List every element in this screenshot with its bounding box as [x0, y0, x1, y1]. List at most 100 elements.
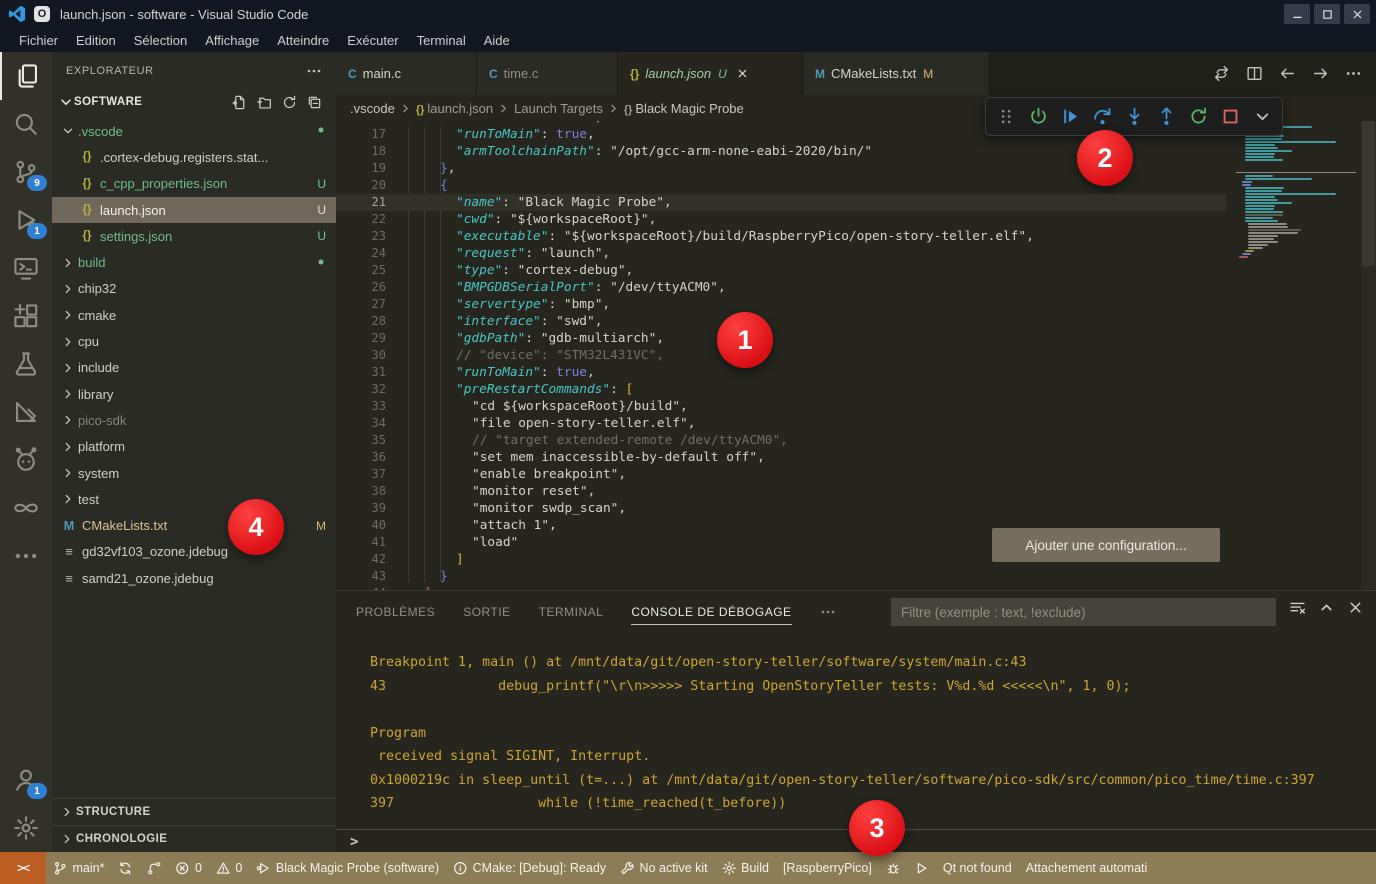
- menu-atteindre[interactable]: Atteindre: [268, 31, 338, 50]
- tree-item-build[interactable]: build: [52, 249, 336, 275]
- tree-item-gd32vf103-ozone-jdebug[interactable]: ≡gd32vf103_ozone.jdebug: [52, 539, 336, 565]
- status-play-icon-item[interactable]: [907, 852, 936, 884]
- code-line-25[interactable]: 25"type": "cortex-debug",: [336, 262, 1226, 279]
- code-line-28[interactable]: 28"interface": "swd",: [336, 313, 1226, 330]
- status-git-branch[interactable]: main*: [46, 852, 111, 884]
- tab-launch-json[interactable]: {}launch.jsonU: [618, 52, 803, 95]
- split-icon[interactable]: [1246, 65, 1263, 82]
- code-line-27[interactable]: 27"servertype": "bmp",: [336, 296, 1226, 313]
- tab-time-c[interactable]: Ctime.c: [477, 52, 618, 95]
- activitybar-design-tool[interactable]: [0, 388, 52, 436]
- tree-item-include[interactable]: include: [52, 355, 336, 381]
- debug-console-filter-input[interactable]: [891, 598, 1276, 626]
- status-cmake-kit[interactable]: No active kit: [613, 852, 715, 884]
- tree-item-platform[interactable]: platform: [52, 434, 336, 460]
- menu-terminal[interactable]: Terminal: [408, 31, 475, 50]
- folder-section-header[interactable]: SOFTWARE: [52, 90, 336, 114]
- compare-icon[interactable]: [1213, 65, 1230, 82]
- panel-tab-probl-mes[interactable]: PROBLÈMES: [356, 591, 435, 633]
- activitybar-infinity-extension[interactable]: [0, 484, 52, 532]
- step-out-button[interactable]: [1152, 103, 1180, 131]
- section-chronologie[interactable]: CHRONOLOGIE: [52, 825, 336, 852]
- code-line-22[interactable]: 22"cwd": "${workspaceRoot}",: [336, 211, 1226, 228]
- arrow-right-icon[interactable]: [1312, 65, 1329, 82]
- activitybar-platformio[interactable]: [0, 436, 52, 484]
- step-into-button[interactable]: [1120, 103, 1148, 131]
- status-cmake-build[interactable]: Build: [715, 852, 776, 884]
- activitybar-account[interactable]: 1: [0, 756, 52, 804]
- tree-item-chip32[interactable]: chip32: [52, 276, 336, 302]
- close-button[interactable]: [1344, 4, 1370, 24]
- menu-affichage[interactable]: Affichage: [196, 31, 268, 50]
- drag-grip-button[interactable]: [992, 103, 1020, 131]
- code-line-39[interactable]: 39"monitor swdp_scan",: [336, 500, 1226, 517]
- power-button[interactable]: [1024, 103, 1052, 131]
- tree-item-library[interactable]: library: [52, 381, 336, 407]
- status-cmake-variant[interactable]: [RaspberryPico]: [776, 852, 879, 884]
- menu-aide[interactable]: Aide: [475, 31, 519, 50]
- tab-main-c[interactable]: Cmain.c: [336, 52, 477, 95]
- activitybar-source-control[interactable]: 9: [0, 148, 52, 196]
- code-line-29[interactable]: 29"gdbPath": "gdb-multiarch",: [336, 330, 1226, 347]
- clear-console-icon[interactable]: [1289, 599, 1306, 616]
- status-warnings[interactable]: 0: [209, 852, 249, 884]
- scrollbar-thumb[interactable]: [1362, 121, 1375, 266]
- activitybar-more-views[interactable]: [0, 532, 52, 580]
- editor-scrollbar[interactable]: [1361, 121, 1376, 590]
- status-errors[interactable]: 0: [168, 852, 208, 884]
- status-debug-target[interactable]: Black Magic Probe (software): [249, 852, 446, 884]
- activitybar-testing[interactable]: [0, 340, 52, 388]
- step-over-button[interactable]: [1088, 103, 1116, 131]
- section-structure[interactable]: STRUCTURE: [52, 798, 336, 825]
- tree-item-cmakelists-txt[interactable]: MCMakeLists.txtM: [52, 512, 336, 538]
- tree-item-c-cpp-properties-json[interactable]: {}c_cpp_properties.jsonU: [52, 171, 336, 197]
- tree-item-cpu[interactable]: cpu: [52, 328, 336, 354]
- panel-more-icon[interactable]: [820, 591, 836, 633]
- status-cmake-status[interactable]: CMake: [Debug]: Ready: [446, 852, 613, 884]
- tree-item-system[interactable]: system: [52, 460, 336, 486]
- code-line-21[interactable]: 21"name": "Black Magic Probe",: [336, 194, 1226, 211]
- close-icon[interactable]: [736, 67, 749, 80]
- code-line-33[interactable]: 33"cd ${workspaceRoot}/build",: [336, 398, 1226, 415]
- continue-button[interactable]: [1056, 103, 1084, 131]
- status-qt-status[interactable]: Qt not found: [936, 852, 1019, 884]
- code-line-37[interactable]: 37"enable breakpoint",: [336, 466, 1226, 483]
- arrow-left-icon[interactable]: [1279, 65, 1296, 82]
- close-panel-icon[interactable]: [1347, 599, 1364, 616]
- console-prompt[interactable]: >: [350, 834, 358, 850]
- minimize-button[interactable]: [1284, 4, 1310, 24]
- restart-button[interactable]: [1184, 103, 1212, 131]
- maximize-button[interactable]: [1314, 4, 1340, 24]
- remote-indicator[interactable]: ><: [0, 852, 46, 884]
- breadcrumb-item[interactable]: {}Black Magic Probe: [624, 101, 744, 116]
- activitybar-extensions[interactable]: [0, 292, 52, 340]
- code-line-26[interactable]: 26"BMPGDBSerialPort": "/dev/ttyACM0",: [336, 279, 1226, 296]
- tree-item-pico-sdk[interactable]: pico-sdk: [52, 407, 336, 433]
- menu-exécuter[interactable]: Exécuter: [338, 31, 407, 50]
- code-line-24[interactable]: 24"request": "launch",: [336, 245, 1226, 262]
- code-line-38[interactable]: 38"monitor reset",: [336, 483, 1226, 500]
- code-line-32[interactable]: 32"preRestartCommands": [: [336, 381, 1226, 398]
- activitybar-settings[interactable]: [0, 804, 52, 852]
- code-editor[interactable]: 16"interface": "swd",17"runToMain": true…: [336, 121, 1376, 590]
- panel-tab-console-de-d-bogage[interactable]: CONSOLE DE DÉBOGAGE: [631, 591, 791, 633]
- code-line-35[interactable]: 35// "target extended-remote /dev/ttyACM…: [336, 432, 1226, 449]
- code-line-23[interactable]: 23"executable": "${workspaceRoot}/build/…: [336, 228, 1226, 245]
- ellipsis-icon[interactable]: [1345, 65, 1362, 82]
- minimap[interactable]: [1236, 123, 1356, 590]
- collapse-all-icon[interactable]: [307, 95, 322, 110]
- code-line-30[interactable]: 30// "device": "STM32L431VC",: [336, 347, 1226, 364]
- status-auto-attach[interactable]: Attachement automati: [1019, 852, 1155, 884]
- stop-button[interactable]: [1216, 103, 1244, 131]
- activitybar-search[interactable]: [0, 100, 52, 148]
- activitybar-run-debug[interactable]: 1: [0, 196, 52, 244]
- maximize-panel-icon[interactable]: [1318, 599, 1335, 616]
- panel-tab-terminal[interactable]: TERMINAL: [539, 591, 604, 633]
- code-line-36[interactable]: 36"set mem inaccessible-by-default off",: [336, 449, 1226, 466]
- tree-item-launch-json[interactable]: {}launch.jsonU: [52, 197, 336, 223]
- menu-edition[interactable]: Edition: [67, 31, 125, 50]
- tree-item--cortex-debug-registers-stat-[interactable]: {}.cortex-debug.registers.stat...: [52, 144, 336, 170]
- status-sync[interactable]: [111, 852, 140, 884]
- activitybar-explorer[interactable]: [0, 52, 52, 100]
- code-line-43[interactable]: 43}: [336, 568, 1226, 585]
